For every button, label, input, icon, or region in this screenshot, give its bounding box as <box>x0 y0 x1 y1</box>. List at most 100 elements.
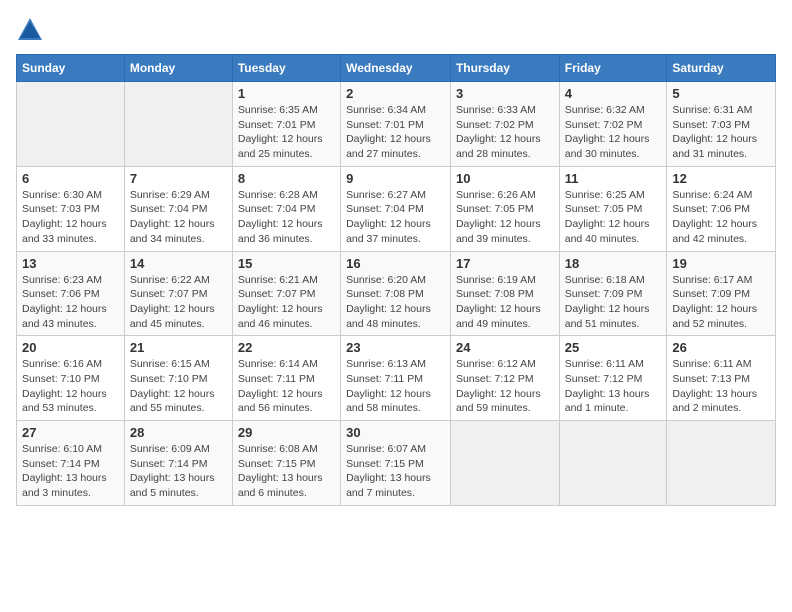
day-number: 9 <box>346 171 445 186</box>
calendar-cell: 28 Sunrise: 6:09 AM Sunset: 7:14 PM Dayli… <box>124 421 232 506</box>
day-number: 21 <box>130 340 227 355</box>
day-info: Sunrise: 6:27 AM Sunset: 7:04 PM Dayligh… <box>346 188 445 247</box>
day-info: Sunrise: 6:31 AM Sunset: 7:03 PM Dayligh… <box>672 103 770 162</box>
day-info: Sunrise: 6:34 AM Sunset: 7:01 PM Dayligh… <box>346 103 445 162</box>
day-number: 28 <box>130 425 227 440</box>
day-info: Sunrise: 6:19 AM Sunset: 7:08 PM Dayligh… <box>456 273 554 332</box>
day-number: 29 <box>238 425 335 440</box>
calendar-cell <box>17 82 125 167</box>
day-number: 17 <box>456 256 554 271</box>
calendar-cell: 24Sunrise: 6:12 AM Sunset: 7:12 PM Dayli… <box>450 336 559 421</box>
calendar-cell: 8 Sunrise: 6:28 AM Sunset: 7:04 PM Daylig… <box>232 166 340 251</box>
day-info: Sunrise: 6:18 AM Sunset: 7:09 PM Dayligh… <box>565 273 662 332</box>
calendar-week-row: 13 Sunrise: 6:23 AM Sunset: 7:06 PM Dayli… <box>17 251 776 336</box>
calendar-cell: 15 Sunrise: 6:21 AM Sunset: 7:07 PM Dayli… <box>232 251 340 336</box>
day-number: 20 <box>22 340 119 355</box>
calendar-cell: 22 Sunrise: 6:14 AM Sunset: 7:11 PM Dayli… <box>232 336 340 421</box>
calendar-cell: 19Sunrise: 6:17 AM Sunset: 7:09 PM Dayli… <box>667 251 776 336</box>
day-number: 14 <box>130 256 227 271</box>
day-info: Sunrise: 6:17 AM Sunset: 7:09 PM Dayligh… <box>672 273 770 332</box>
day-info: Sunrise: 6:07 AM Sunset: 7:15 PM Dayligh… <box>346 442 445 501</box>
day-number: 22 <box>238 340 335 355</box>
day-info: Sunrise: 6:33 AM Sunset: 7:02 PM Dayligh… <box>456 103 554 162</box>
day-number: 18 <box>565 256 662 271</box>
calendar-cell: 13 Sunrise: 6:23 AM Sunset: 7:06 PM Dayli… <box>17 251 125 336</box>
day-number: 3 <box>456 86 554 101</box>
day-info: Sunrise: 6:29 AM Sunset: 7:04 PM Dayligh… <box>130 188 227 247</box>
day-number: 4 <box>565 86 662 101</box>
weekday-header: Monday <box>124 55 232 82</box>
calendar-cell: 11 Sunrise: 6:25 AM Sunset: 7:05 PM Dayli… <box>559 166 667 251</box>
page-header <box>16 16 776 44</box>
calendar-cell: 29 Sunrise: 6:08 AM Sunset: 7:15 PM Dayli… <box>232 421 340 506</box>
day-info: Sunrise: 6:35 AM Sunset: 7:01 PM Dayligh… <box>238 103 335 162</box>
calendar-cell: 4 Sunrise: 6:32 AM Sunset: 7:02 PM Daylig… <box>559 82 667 167</box>
calendar-cell: 18 Sunrise: 6:18 AM Sunset: 7:09 PM Dayli… <box>559 251 667 336</box>
calendar-cell: 16 Sunrise: 6:20 AM Sunset: 7:08 PM Dayli… <box>341 251 451 336</box>
weekday-header: Friday <box>559 55 667 82</box>
calendar-cell: 5 Sunrise: 6:31 AM Sunset: 7:03 PM Daylig… <box>667 82 776 167</box>
logo <box>16 16 46 44</box>
day-number: 7 <box>130 171 227 186</box>
day-info: Sunrise: 6:28 AM Sunset: 7:04 PM Dayligh… <box>238 188 335 247</box>
calendar-cell <box>559 421 667 506</box>
day-info: Sunrise: 6:14 AM Sunset: 7:11 PM Dayligh… <box>238 357 335 416</box>
calendar-week-row: 27 Sunrise: 6:10 AM Sunset: 7:14 PM Dayli… <box>17 421 776 506</box>
calendar-cell: 17 Sunrise: 6:19 AM Sunset: 7:08 PM Dayli… <box>450 251 559 336</box>
day-number: 11 <box>565 171 662 186</box>
day-number: 13 <box>22 256 119 271</box>
day-number: 2 <box>346 86 445 101</box>
calendar-table: SundayMondayTuesdayWednesdayThursdayFrid… <box>16 54 776 506</box>
day-info: Sunrise: 6:09 AM Sunset: 7:14 PM Dayligh… <box>130 442 227 501</box>
day-info: Sunrise: 6:20 AM Sunset: 7:08 PM Dayligh… <box>346 273 445 332</box>
day-info: Sunrise: 6:24 AM Sunset: 7:06 PM Dayligh… <box>672 188 770 247</box>
calendar-cell: 23Sunrise: 6:13 AM Sunset: 7:11 PM Dayli… <box>341 336 451 421</box>
calendar-cell: 3 Sunrise: 6:33 AM Sunset: 7:02 PM Daylig… <box>450 82 559 167</box>
day-number: 16 <box>346 256 445 271</box>
day-number: 8 <box>238 171 335 186</box>
day-number: 12 <box>672 171 770 186</box>
calendar-cell <box>667 421 776 506</box>
calendar-cell: 27 Sunrise: 6:10 AM Sunset: 7:14 PM Dayli… <box>17 421 125 506</box>
day-info: Sunrise: 6:30 AM Sunset: 7:03 PM Dayligh… <box>22 188 119 247</box>
day-info: Sunrise: 6:15 AM Sunset: 7:10 PM Dayligh… <box>130 357 227 416</box>
day-info: Sunrise: 6:22 AM Sunset: 7:07 PM Dayligh… <box>130 273 227 332</box>
calendar-cell: 14 Sunrise: 6:22 AM Sunset: 7:07 PM Dayli… <box>124 251 232 336</box>
calendar-week-row: 6 Sunrise: 6:30 AM Sunset: 7:03 PM Daylig… <box>17 166 776 251</box>
calendar-cell: 9 Sunrise: 6:27 AM Sunset: 7:04 PM Daylig… <box>341 166 451 251</box>
calendar-cell: 25Sunrise: 6:11 AM Sunset: 7:12 PM Dayli… <box>559 336 667 421</box>
day-info: Sunrise: 6:11 AM Sunset: 7:12 PM Dayligh… <box>565 357 662 416</box>
day-number: 27 <box>22 425 119 440</box>
day-number: 15 <box>238 256 335 271</box>
weekday-header: Thursday <box>450 55 559 82</box>
calendar-cell: 26 Sunrise: 6:11 AM Sunset: 7:13 PM Dayli… <box>667 336 776 421</box>
logo-icon <box>16 16 44 44</box>
day-info: Sunrise: 6:11 AM Sunset: 7:13 PM Dayligh… <box>672 357 770 416</box>
day-info: Sunrise: 6:26 AM Sunset: 7:05 PM Dayligh… <box>456 188 554 247</box>
day-number: 30 <box>346 425 445 440</box>
weekday-header: Tuesday <box>232 55 340 82</box>
day-number: 26 <box>672 340 770 355</box>
day-info: Sunrise: 6:23 AM Sunset: 7:06 PM Dayligh… <box>22 273 119 332</box>
calendar-cell: 6 Sunrise: 6:30 AM Sunset: 7:03 PM Daylig… <box>17 166 125 251</box>
day-info: Sunrise: 6:32 AM Sunset: 7:02 PM Dayligh… <box>565 103 662 162</box>
day-info: Sunrise: 6:21 AM Sunset: 7:07 PM Dayligh… <box>238 273 335 332</box>
day-info: Sunrise: 6:13 AM Sunset: 7:11 PM Dayligh… <box>346 357 445 416</box>
weekday-header: Wednesday <box>341 55 451 82</box>
calendar-cell: 10 Sunrise: 6:26 AM Sunset: 7:05 PM Dayli… <box>450 166 559 251</box>
day-info: Sunrise: 6:10 AM Sunset: 7:14 PM Dayligh… <box>22 442 119 501</box>
day-info: Sunrise: 6:25 AM Sunset: 7:05 PM Dayligh… <box>565 188 662 247</box>
calendar-cell <box>450 421 559 506</box>
calendar-cell: 1Sunrise: 6:35 AM Sunset: 7:01 PM Daylig… <box>232 82 340 167</box>
calendar-cell: 7 Sunrise: 6:29 AM Sunset: 7:04 PM Daylig… <box>124 166 232 251</box>
day-info: Sunrise: 6:08 AM Sunset: 7:15 PM Dayligh… <box>238 442 335 501</box>
day-number: 10 <box>456 171 554 186</box>
calendar-cell: 20 Sunrise: 6:16 AM Sunset: 7:10 PM Dayli… <box>17 336 125 421</box>
calendar-week-row: 20 Sunrise: 6:16 AM Sunset: 7:10 PM Dayli… <box>17 336 776 421</box>
calendar-header-row: SundayMondayTuesdayWednesdayThursdayFrid… <box>17 55 776 82</box>
day-number: 5 <box>672 86 770 101</box>
calendar-cell: 21 Sunrise: 6:15 AM Sunset: 7:10 PM Dayli… <box>124 336 232 421</box>
day-info: Sunrise: 6:16 AM Sunset: 7:10 PM Dayligh… <box>22 357 119 416</box>
calendar-cell: 2 Sunrise: 6:34 AM Sunset: 7:01 PM Daylig… <box>341 82 451 167</box>
day-number: 6 <box>22 171 119 186</box>
